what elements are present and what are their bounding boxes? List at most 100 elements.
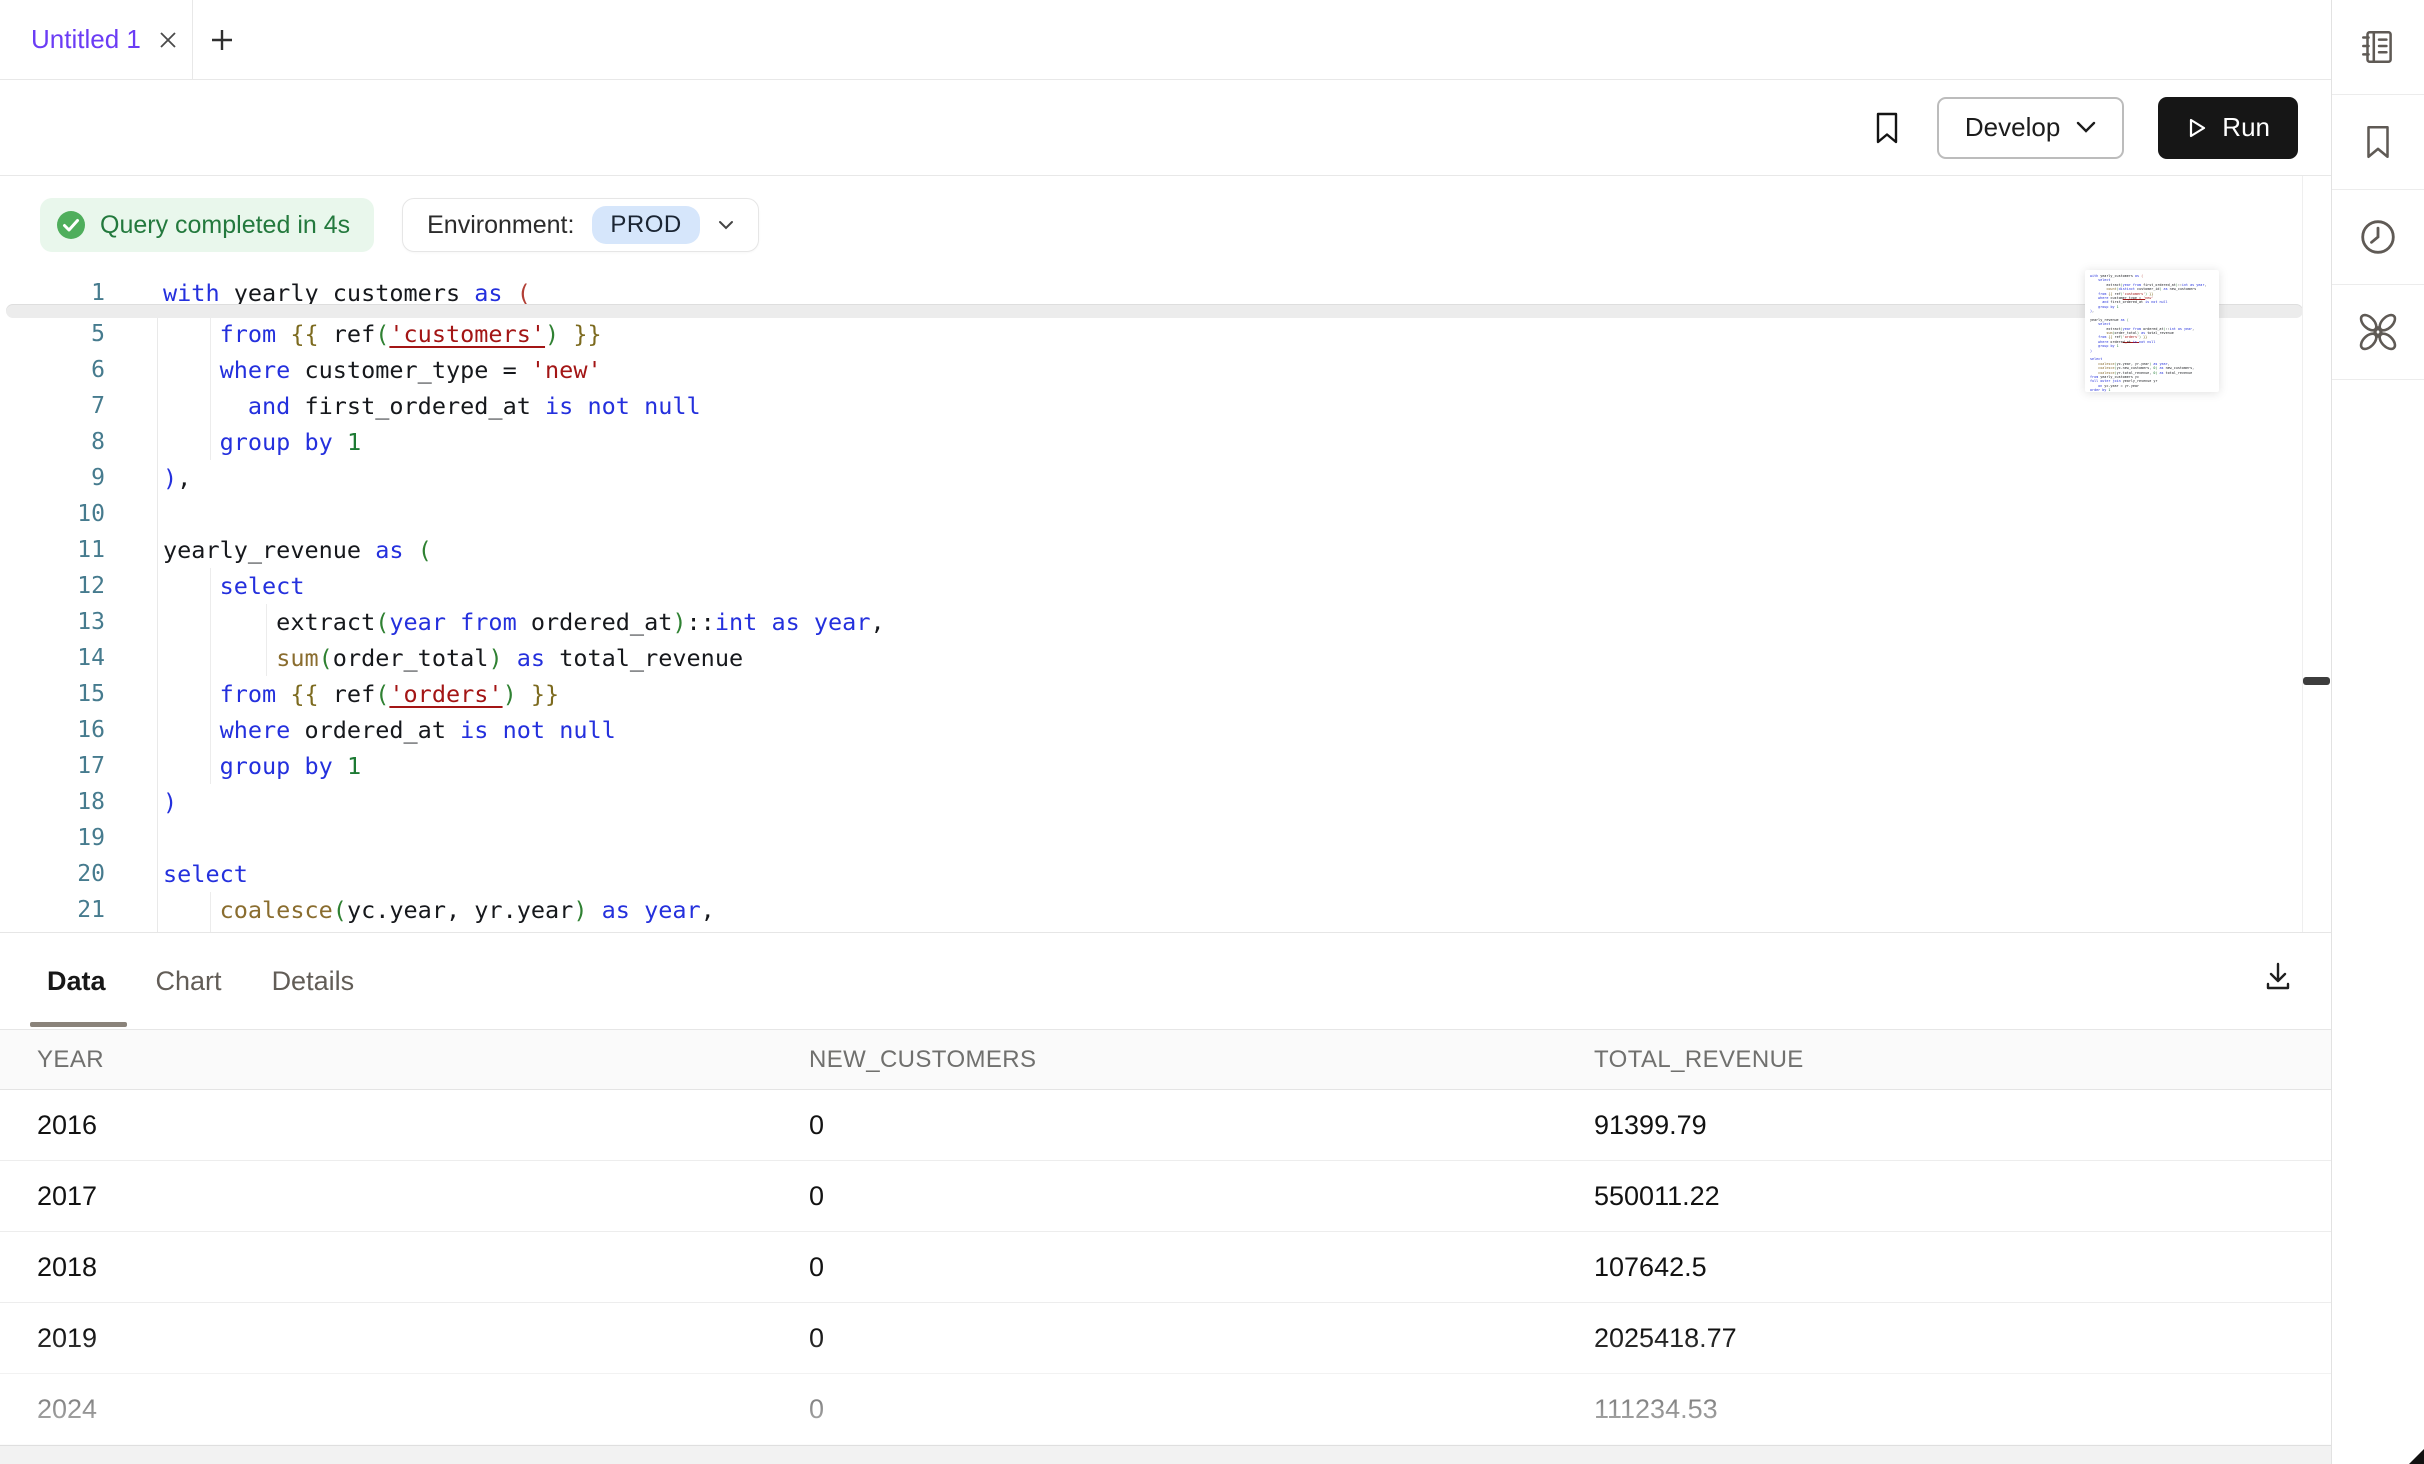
resize-grip-icon[interactable]	[2409, 1449, 2424, 1464]
code-line: 9),	[0, 460, 2301, 496]
indent-guide	[210, 568, 211, 784]
line-number: 7	[0, 388, 157, 424]
table-cell: 0	[809, 1110, 1594, 1141]
code-line: 11yearly_revenue as (	[0, 532, 2301, 568]
line-number: 22	[0, 928, 157, 932]
line-number: 11	[0, 532, 157, 568]
main-column: Untitled 1 Develop	[0, 0, 2332, 1464]
develop-button[interactable]: Develop	[1937, 97, 2124, 159]
right-sidebar	[2332, 0, 2424, 1464]
indent-guide	[210, 316, 211, 460]
play-icon	[2186, 116, 2208, 140]
line-number: 13	[0, 604, 157, 640]
code-line: 5 from {{ ref('customers') }}	[0, 316, 2301, 352]
active-tab-indicator	[30, 1022, 127, 1027]
notebook-icon	[2357, 26, 2399, 68]
run-button-label: Run	[2222, 112, 2270, 143]
line-number: 10	[0, 496, 157, 532]
history-icon	[2358, 217, 2398, 257]
tab-bar: Untitled 1	[0, 0, 2331, 80]
editor-vscrollbar-thumb[interactable]	[2303, 677, 2330, 685]
table-body: 2016091399.7920170550011.2220180107642.5…	[0, 1090, 2331, 1445]
line-number: 16	[0, 712, 157, 748]
table-cell: 2024	[37, 1394, 809, 1425]
line-number: 9	[0, 460, 157, 496]
indent-guide	[210, 892, 211, 933]
table-row[interactable]: 20170550011.22	[0, 1161, 2331, 1232]
bookmark-button[interactable]	[1871, 110, 1903, 146]
line-number: 12	[0, 568, 157, 604]
tab-untitled-1[interactable]: Untitled 1	[0, 0, 193, 79]
results-tab-data[interactable]: Data	[47, 966, 106, 997]
plus-icon	[208, 26, 236, 54]
line-number: 19	[0, 820, 157, 856]
tab-label: Untitled 1	[31, 24, 141, 55]
code-line: 17 group by 1	[0, 748, 2301, 784]
new-tab-button[interactable]	[193, 0, 236, 79]
code-line: 19	[0, 820, 2301, 856]
table-cell: 0	[809, 1181, 1594, 1212]
code-line: 8 group by 1	[0, 424, 2301, 460]
run-button[interactable]: Run	[2158, 97, 2298, 159]
table-cell: 2018	[37, 1252, 809, 1283]
line-number: 15	[0, 676, 157, 712]
sidebar-empty-space	[2332, 380, 2424, 1464]
table-cell: 2025418.77	[1594, 1323, 2331, 1354]
check-circle-icon	[56, 210, 86, 240]
code-line: 18)	[0, 784, 2301, 820]
dbt-logo-icon	[2357, 311, 2399, 353]
code-line: 7 and first_ordered_at is not null	[0, 388, 2301, 424]
code-line: 10	[0, 496, 2301, 532]
line-number: 17	[0, 748, 157, 784]
code-area[interactable]: 5 from {{ ref('customers') }}6 where cus…	[0, 316, 2301, 932]
table-row[interactable]: 2016091399.79	[0, 1090, 2331, 1161]
download-icon	[2261, 959, 2295, 993]
table-cell: 0	[809, 1323, 1594, 1354]
code-line: 15 from {{ ref('orders') }}	[0, 676, 2301, 712]
minimap[interactable]: with yearly_customers as ( select extrac…	[2085, 270, 2219, 392]
results-tab-details[interactable]: Details	[272, 966, 355, 997]
code-line: 13 extract(year from ordered_at)::int as…	[0, 604, 2301, 640]
column-header: TOTAL_REVENUE	[1594, 1046, 2331, 1074]
query-status-badge: Query completed in 4s	[40, 198, 374, 252]
table-cell: 0	[809, 1252, 1594, 1283]
results-panel: Data Chart Details YEARNEW_CUSTOMERSTOTAL_…	[0, 933, 2331, 1464]
table-cell: 2019	[37, 1323, 809, 1354]
line-number: 8	[0, 424, 157, 460]
minimap-line: order by 1	[2090, 388, 2214, 392]
line-number: 5	[0, 316, 157, 352]
code-line: 6 where customer_type = 'new'	[0, 352, 2301, 388]
line-number: 20	[0, 856, 157, 892]
table-cell: 0	[809, 1394, 1594, 1425]
app-root: Untitled 1 Develop	[0, 0, 2424, 1464]
line-number: 21	[0, 892, 157, 928]
results-tabs: Data Chart Details	[0, 933, 2331, 1030]
code-line: 21 coalesce(yc.year, yr.year) as year,	[0, 892, 2301, 928]
table-cell: 2017	[37, 1181, 809, 1212]
sidebar-item-history[interactable]	[2332, 190, 2424, 285]
table-row[interactable]: 201902025418.77	[0, 1303, 2331, 1374]
table-row[interactable]: 20240111234.53	[0, 1374, 2331, 1445]
develop-button-label: Develop	[1965, 112, 2060, 143]
editor-vscrollbar-track	[2302, 176, 2303, 932]
sql-editor[interactable]: Query completed in 4s Environment: PROD …	[0, 176, 2331, 933]
close-tab-icon[interactable]	[157, 29, 179, 51]
chevron-down-icon	[2076, 121, 2096, 134]
sidebar-item-dbt[interactable]	[2332, 285, 2424, 380]
table-cell: 111234.53	[1594, 1394, 2331, 1425]
table-cell: 107642.5	[1594, 1252, 2331, 1283]
bookmark-icon	[2361, 123, 2395, 161]
sidebar-item-bookmarks[interactable]	[2332, 95, 2424, 190]
download-button[interactable]	[2261, 959, 2295, 993]
table-row[interactable]: 20180107642.5	[0, 1232, 2331, 1303]
results-tab-chart[interactable]: Chart	[156, 966, 222, 997]
environment-selector[interactable]: Environment: PROD	[402, 198, 759, 252]
column-header: YEAR	[37, 1046, 809, 1074]
sidebar-item-notebook[interactable]	[2332, 0, 2424, 95]
results-hscrollbar[interactable]	[0, 1445, 2331, 1464]
code-line: 16 where ordered_at is not null	[0, 712, 2301, 748]
indent-guide	[266, 604, 267, 676]
environment-label: Environment:	[427, 211, 574, 240]
column-header: NEW_CUSTOMERS	[809, 1046, 1594, 1074]
line-number: 6	[0, 352, 157, 388]
